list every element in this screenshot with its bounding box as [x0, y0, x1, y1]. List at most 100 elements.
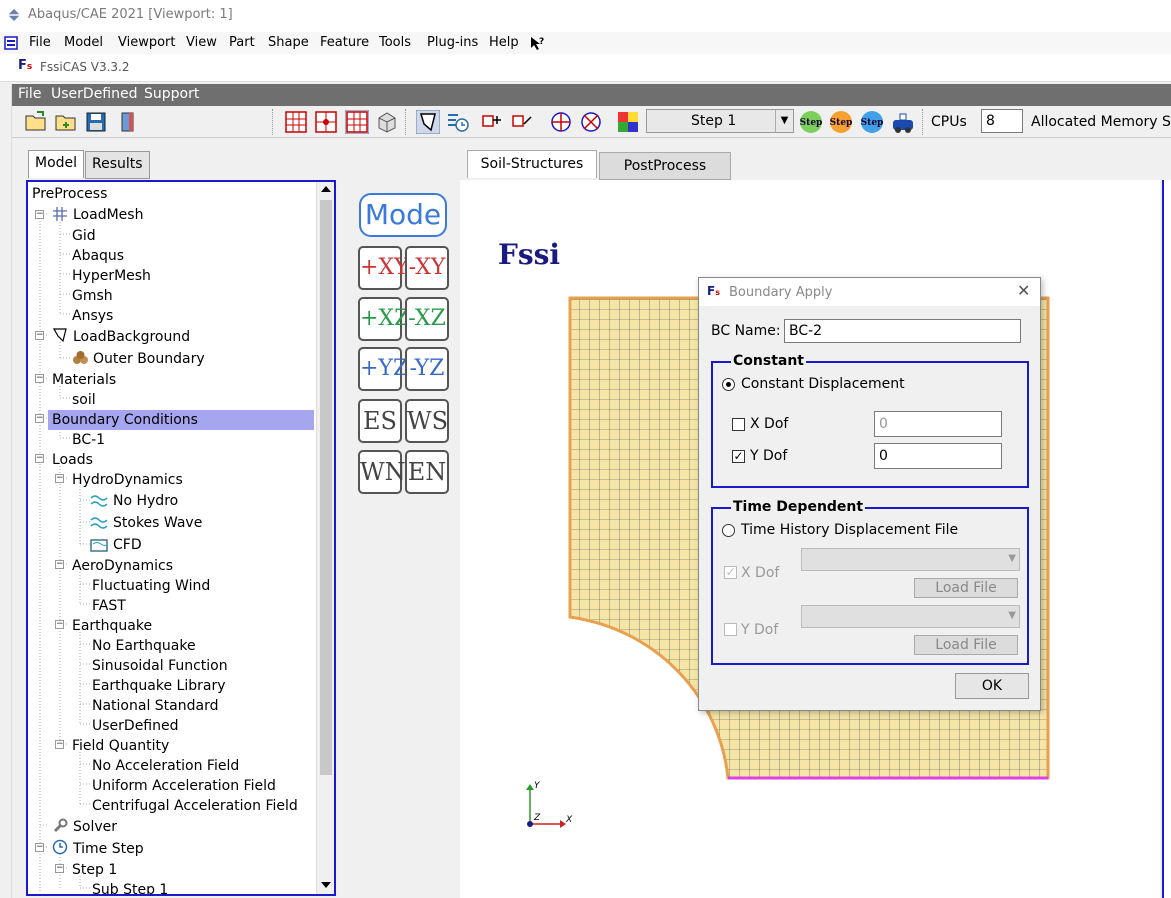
tree-uniform-acceleration-field[interactable]: Uniform Acceleration Field: [92, 776, 276, 796]
tree-no-acceleration-field[interactable]: No Acceleration Field: [92, 756, 239, 776]
tab-soil-structures[interactable]: Soil-Structures: [467, 150, 597, 178]
menu-plugins[interactable]: Plug-ins: [427, 35, 478, 50]
menu-part[interactable]: Part: [229, 35, 255, 50]
tree-earthquake[interactable]: Earthquake: [72, 616, 152, 636]
tree-bc-1[interactable]: BC-1: [72, 430, 105, 450]
view-minus-xz-button[interactable]: -XZ: [405, 297, 449, 341]
boundary-shape-icon[interactable]: [416, 110, 440, 134]
mode-button[interactable]: Mode: [359, 193, 447, 237]
tree-soil[interactable]: soil: [72, 390, 96, 410]
save-icon[interactable]: [84, 110, 108, 134]
tree-step-1[interactable]: Step 1: [72, 860, 117, 880]
td-xdof-load-file-button[interactable]: Load File: [914, 578, 1018, 598]
time-step-icon[interactable]: [446, 110, 470, 134]
exit-door-icon[interactable]: [116, 110, 140, 134]
plugin-menu-file[interactable]: File: [18, 86, 41, 102]
tree-cfd[interactable]: CFD: [113, 535, 142, 555]
tab-model[interactable]: Model: [28, 150, 85, 178]
xdof-input[interactable]: 0: [874, 411, 1002, 437]
step-orange-icon[interactable]: Step: [828, 110, 854, 134]
tab-results[interactable]: Results: [85, 151, 150, 179]
mesh-3d-icon[interactable]: [375, 110, 399, 134]
tree-scrollbar[interactable]: [316, 182, 334, 894]
tree-loadbackground[interactable]: LoadBackground: [73, 327, 190, 347]
collapse-icon[interactable]: −: [55, 560, 64, 569]
close-icon[interactable]: ✕: [1017, 281, 1030, 300]
tree-fast[interactable]: FAST: [92, 596, 126, 616]
step-blue-icon[interactable]: Step: [859, 110, 885, 134]
view-en-button[interactable]: EN: [405, 450, 449, 494]
collapse-icon[interactable]: −: [35, 210, 44, 219]
tree-aerodynamics[interactable]: AeroDynamics: [72, 556, 173, 576]
tree-boundary-conditions[interactable]: Boundary Conditions: [52, 410, 198, 430]
cpus-input[interactable]: 8: [981, 109, 1023, 133]
tree-hydrodynamics[interactable]: HydroDynamics: [72, 470, 183, 490]
open-folder-icon[interactable]: [24, 110, 48, 134]
view-minus-xy-button[interactable]: -XY: [405, 246, 449, 290]
ydof-checkbox[interactable]: ✓: [732, 450, 745, 463]
tree-centrifugal-acceleration-field[interactable]: Centrifugal Acceleration Field: [92, 796, 298, 816]
collapse-icon[interactable]: −: [35, 414, 44, 423]
menu-feature[interactable]: Feature: [320, 35, 369, 50]
collapse-icon[interactable]: −: [35, 843, 44, 852]
tree-field-quantity[interactable]: Field Quantity: [72, 736, 169, 756]
view-plus-yz-button[interactable]: +YZ: [358, 347, 408, 391]
bc-name-input[interactable]: BC-2: [784, 319, 1021, 343]
step-select[interactable]: Step 1 ▼: [646, 109, 794, 133]
tree-loads[interactable]: Loads: [52, 450, 93, 470]
ok-button[interactable]: OK: [955, 673, 1029, 699]
tree-mesh-ansys[interactable]: Ansys: [72, 306, 113, 326]
collapse-icon[interactable]: −: [35, 374, 44, 383]
tree-mesh-abaqus[interactable]: Abaqus: [72, 246, 124, 266]
tree-mesh-hypermesh[interactable]: HyperMesh: [72, 266, 151, 286]
tree-sub-step-1[interactable]: Sub Step 1: [92, 880, 168, 894]
view-plus-xz-button[interactable]: +XZ: [358, 297, 409, 341]
collapse-icon[interactable]: −: [55, 864, 64, 873]
constant-displacement-radio[interactable]: [722, 378, 735, 391]
tree-mesh-gid[interactable]: Gid: [72, 226, 96, 246]
view-plus-xy-button[interactable]: +XY: [358, 246, 409, 290]
tree-outer-boundary[interactable]: Outer Boundary: [93, 349, 205, 369]
view-wn-button[interactable]: WN: [358, 450, 406, 494]
tree-sinusoidal-function[interactable]: Sinusoidal Function: [92, 656, 228, 676]
tree-national-standard[interactable]: National Standard: [92, 696, 218, 716]
td-xdof-checkbox[interactable]: ✓: [724, 566, 737, 579]
td-xdof-file-select[interactable]: ▼: [801, 548, 1020, 571]
tree-earthquake-library[interactable]: Earthquake Library: [92, 676, 226, 696]
mesh-grid-red-icon[interactable]: [284, 110, 308, 134]
menu-shape[interactable]: Shape: [268, 35, 309, 50]
plugin-menu-userdefined[interactable]: UserDefined: [51, 86, 138, 102]
mesh-grid-selected-icon[interactable]: [345, 110, 369, 134]
collapse-icon[interactable]: −: [55, 740, 64, 749]
tree-time-step[interactable]: Time Step: [73, 839, 144, 859]
color-palette-icon[interactable]: [616, 110, 640, 134]
step-green-icon[interactable]: Step: [798, 110, 824, 134]
red-cube-icon[interactable]: [480, 110, 504, 134]
window-menu-icon[interactable]: [4, 36, 18, 50]
new-folder-icon[interactable]: [54, 110, 78, 134]
scrollbar-thumb[interactable]: [320, 200, 332, 775]
view-es-button[interactable]: ES: [358, 399, 402, 443]
plugin-menu-support[interactable]: Support: [144, 86, 199, 102]
tree-loadmesh[interactable]: LoadMesh: [73, 205, 143, 225]
td-ydof-checkbox[interactable]: [724, 623, 737, 636]
tab-postprocess[interactable]: PostProcess: [599, 152, 731, 180]
view-ws-button[interactable]: WS: [405, 399, 449, 443]
td-ydof-file-select[interactable]: ▼: [801, 605, 1020, 628]
collapse-icon[interactable]: −: [35, 454, 44, 463]
td-ydof-load-file-button[interactable]: Load File: [914, 635, 1018, 655]
tree-preprocess[interactable]: PreProcess: [32, 184, 107, 204]
context-help-icon[interactable]: ?: [529, 35, 545, 51]
collapse-icon[interactable]: −: [35, 331, 44, 340]
globe-minus-icon[interactable]: [579, 110, 603, 134]
collapse-icon[interactable]: −: [55, 474, 64, 483]
run-solver-icon[interactable]: [890, 110, 916, 134]
menu-help[interactable]: Help: [489, 35, 519, 50]
tree-materials[interactable]: Materials: [52, 370, 116, 390]
tree-stokes-wave[interactable]: Stokes Wave: [113, 513, 202, 533]
tree-userdefined[interactable]: UserDefined: [92, 716, 179, 736]
menu-view[interactable]: View: [186, 35, 217, 50]
ydof-input[interactable]: 0: [874, 443, 1002, 469]
tree-no-earthquake[interactable]: No Earthquake: [92, 636, 196, 656]
tree-no-hydro[interactable]: No Hydro: [113, 491, 178, 511]
